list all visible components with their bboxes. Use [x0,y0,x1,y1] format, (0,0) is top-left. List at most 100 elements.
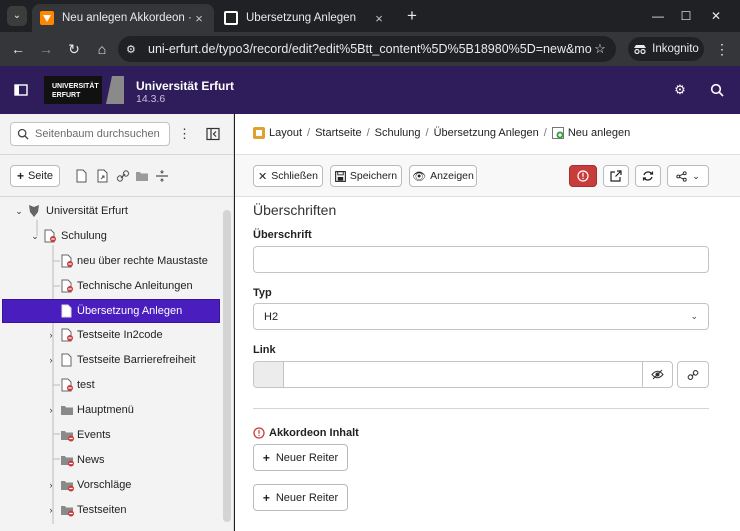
tab-search-button[interactable]: ⌄ [7,6,27,26]
new-page-shortcut-icon[interactable] [95,169,109,183]
tree-search-box[interactable] [10,122,170,146]
sidebar-toggle-icon[interactable] [14,83,28,97]
new-tab-item-label: Neuer Reiter [275,491,339,504]
tree-node-label: Vorschläge [77,479,132,491]
new-tab-item-button[interactable]: + Neuer Reiter [253,484,348,511]
close-icon: ✕ [258,170,268,183]
new-folder-icon[interactable] [135,169,149,183]
page-hidden-icon [61,328,73,342]
chevron-right-icon[interactable]: › [46,505,56,515]
tree-node[interactable]: › Testseiten [0,498,222,522]
tree-node[interactable]: Technische Anleitungen [0,274,222,298]
home-icon[interactable]: ⌂ [92,39,112,59]
tree-node[interactable]: ⌄ Universität Erfurt [0,199,222,223]
new-tab-button[interactable]: + [402,6,422,26]
view-button[interactable]: 👁 Anzeigen [409,165,477,187]
tree-options-icon[interactable]: ⋮ [178,126,191,142]
settings-gear-icon[interactable]: ⚙ [673,83,687,97]
page-hidden-icon [61,279,73,293]
new-tab-item-button[interactable]: + Neuer Reiter [253,444,348,471]
tree-node-label: Universität Erfurt [46,205,128,217]
new-link-icon[interactable] [116,169,130,183]
incognito-badge[interactable]: Inkognito [628,37,704,61]
add-page-button[interactable]: + Seite [10,165,60,187]
error-indicator-button[interactable] [569,165,597,187]
new-spacer-icon[interactable] [155,169,169,183]
collapse-tree-icon[interactable] [206,127,220,141]
browser-tabstrip: ⌄ Neu anlegen Akkordeon · Unive × Überse… [0,0,740,32]
tree-scrollbar[interactable] [223,210,231,522]
browser-tab-inactive[interactable]: Übersetzung Anlegen × [216,4,394,32]
forward-icon[interactable]: → [36,39,56,59]
save-button[interactable]: Speichern [330,165,402,187]
page-favicon-icon [224,11,238,25]
type-label: Typ [253,287,272,299]
tree-node[interactable]: News [0,448,222,472]
tree-node[interactable]: › Testseite Barrierefreiheit [0,348,222,372]
accordion-label: Akkordeon Inhalt [269,427,359,439]
back-icon[interactable]: ← [8,39,28,59]
exclamation-circle-icon [577,170,589,182]
chevron-down-icon[interactable]: ⌄ [30,231,40,241]
site-info-icon[interactable]: ⚙ [126,43,142,56]
open-new-window-button[interactable] [603,165,629,187]
bookmark-star-icon[interactable]: ☆ [592,41,608,57]
view-button-label: Anzeigen [430,170,474,182]
tree-node[interactable]: › Testseite In2code [0,323,222,347]
page-hidden-icon [44,229,56,243]
breadcrumb-item[interactable]: Startseite [315,127,361,139]
new-page-icon[interactable] [74,169,88,183]
maximize-icon[interactable]: ☐ [676,6,696,26]
tree-node[interactable]: › Hauptmenü [0,398,222,422]
tree-node[interactable]: › Vorschläge [0,473,222,497]
chevron-right-icon[interactable]: › [46,330,56,340]
new-tab-item-label: Neuer Reiter [275,451,339,464]
external-link-icon [610,170,622,182]
breadcrumb-item[interactable]: Übersetzung Anlegen [434,127,539,139]
breadcrumb-separator: / [366,127,370,139]
tree-node[interactable]: neu über rechte Maustaste [0,249,222,273]
browser-menu-icon[interactable]: ⋮ [712,39,732,59]
close-button-label: Schließen [271,170,318,182]
incognito-label: Inkognito [652,43,699,55]
chevron-right-icon[interactable]: › [46,480,56,490]
search-icon[interactable] [710,83,724,97]
chevron-right-icon[interactable]: › [46,355,56,365]
tree-node-label: test [77,379,95,391]
docheader-buttonbar: ✕ Schließen Speichern 👁 Anzeigen ⌄ [235,155,740,197]
chevron-down-icon[interactable]: ⌄ [14,206,24,216]
link-field[interactable] [253,361,673,388]
link-browser-button[interactable] [642,362,672,387]
tree-node[interactable]: ⌄ Schulung [0,224,222,248]
address-bar[interactable]: ⚙ uni-erfurt.de/typo3/record/edit?edit%5… [118,36,616,62]
link-icon [687,369,699,380]
save-icon [334,170,346,182]
window-close-icon[interactable]: ✕ [706,6,726,26]
tree-node-selected[interactable]: Übersetzung Anlegen [2,299,220,323]
tree-node[interactable]: test [0,373,222,397]
link-wizard-button[interactable] [677,361,709,388]
breadcrumb-item[interactable]: Schulung [375,127,421,139]
tab-close-icon[interactable]: × [372,11,386,26]
tree-search-input[interactable] [35,128,165,140]
page-icon [61,304,72,318]
browser-tab-active[interactable]: Neu anlegen Akkordeon · Unive × [32,4,214,32]
tree-node-label: Testseiten [77,504,127,516]
close-button[interactable]: ✕ Schließen [253,165,323,187]
reload-icon[interactable]: ↻ [64,39,84,59]
breadcrumb-item[interactable]: Layout [269,127,302,139]
university-logo[interactable]: UNIVERSITÄT ERFURT [44,76,124,104]
type-select[interactable]: H2 ⌄ [253,303,709,330]
tab-close-icon[interactable]: × [192,11,206,26]
tree-node[interactable]: Events [0,423,222,447]
plus-icon: + [16,169,24,183]
link-prefix [254,362,284,387]
share-dropdown-button[interactable]: ⌄ [667,165,709,187]
add-page-label: Seite [27,170,54,182]
reload-button[interactable] [635,165,661,187]
site-name: Universität Erfurt [136,79,235,93]
content-new-icon [551,127,564,139]
minimize-icon[interactable]: — [648,6,668,26]
chevron-right-icon[interactable]: › [46,405,56,415]
headline-input[interactable] [253,246,709,273]
